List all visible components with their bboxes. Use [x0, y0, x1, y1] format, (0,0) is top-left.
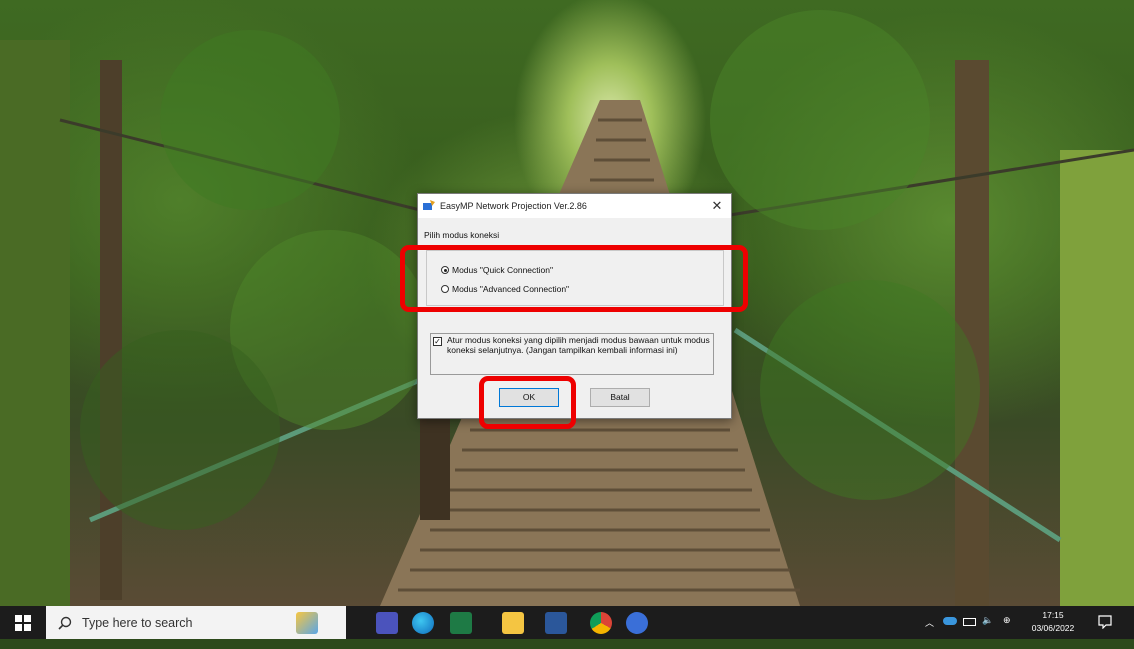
close-button[interactable]: ✕ — [703, 194, 731, 218]
search-icon — [58, 616, 72, 630]
chrome-icon[interactable] — [590, 612, 612, 634]
taskbar: Type here to search ︿ 🔈 ⊕ 17:15 03/06/20… — [0, 606, 1134, 639]
close-icon: ✕ — [711, 198, 723, 213]
set-default-label: Atur modus koneksi yang dipilih menjadi … — [447, 335, 710, 355]
notification-icon[interactable] — [1098, 615, 1112, 629]
connection-mode-heading: Pilih modus koneksi — [424, 230, 500, 240]
chevron-up-icon[interactable]: ︿ — [925, 616, 934, 649]
clock-time: 17:15 — [1042, 610, 1064, 620]
radio-options-highlight — [400, 245, 748, 312]
cancel-button[interactable]: Batal — [590, 388, 650, 407]
taskbar-clock[interactable]: 17:15 03/06/2022 — [1028, 609, 1078, 635]
clock-date: 03/06/2022 — [1031, 623, 1075, 633]
volume-icon[interactable]: 🔈 — [982, 615, 993, 648]
file-explorer-icon[interactable] — [502, 612, 524, 634]
dialog-title: EasyMP Network Projection Ver.2.86 — [440, 201, 587, 211]
set-default-checkbox[interactable]: ✓ — [433, 337, 442, 346]
teams-icon[interactable] — [376, 612, 398, 634]
battery-icon[interactable] — [963, 618, 976, 626]
windows-logo-icon — [15, 614, 31, 631]
weather-widget-icon[interactable] — [296, 612, 318, 634]
ok-button-highlight — [479, 376, 576, 429]
word-icon[interactable] — [545, 612, 567, 634]
dialog-titlebar[interactable]: EasyMP Network Projection Ver.2.86 ✕ — [418, 194, 731, 218]
edge-icon[interactable] — [412, 612, 434, 634]
easymp-app-icon — [423, 200, 435, 210]
onedrive-icon[interactable] — [943, 617, 957, 625]
sheets-icon[interactable] — [450, 612, 472, 634]
easymp-taskbar-icon[interactable] — [626, 612, 648, 634]
start-button[interactable] — [0, 606, 46, 639]
search-placeholder: Type here to search — [82, 615, 193, 630]
language-icon[interactable]: ⊕ — [1003, 615, 1011, 648]
